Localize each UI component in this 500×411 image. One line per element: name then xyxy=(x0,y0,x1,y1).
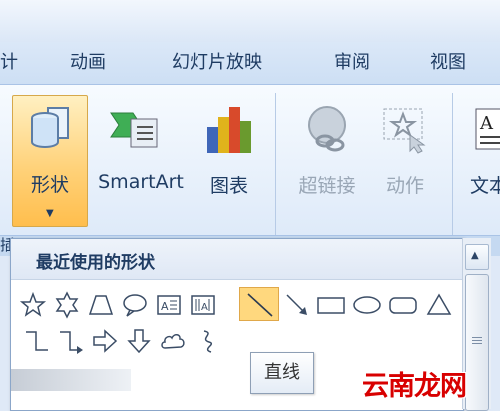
right-arrow-shape[interactable] xyxy=(91,327,119,355)
speech-bubble-shape[interactable] xyxy=(121,291,149,319)
globe-link-icon xyxy=(308,106,346,152)
star-click-icon xyxy=(383,108,426,154)
elbow-arrow-connector-shape[interactable] xyxy=(57,327,85,355)
star-6-shape[interactable] xyxy=(53,291,81,319)
group-separator xyxy=(275,93,276,243)
cloud-shape[interactable] xyxy=(159,327,187,355)
svg-text:A: A xyxy=(479,113,494,134)
hyperlink-label: 超链接 xyxy=(298,175,356,197)
svg-text:A: A xyxy=(201,302,208,313)
bar-chart-icon xyxy=(207,107,251,153)
group-separator xyxy=(452,93,453,243)
recent-shapes-title: 最近使用的形状 xyxy=(36,253,155,273)
ribbon-tabs: 计 动画 幻灯片放映 审阅 视图 xyxy=(0,42,500,85)
tooltip: 直线 xyxy=(250,352,314,394)
triangle-shape[interactable] xyxy=(425,291,453,319)
tab-review[interactable]: 审阅 xyxy=(334,50,370,76)
film-frame-shape[interactable]: A xyxy=(189,291,217,319)
ribbon-panel: 形状 ▼ SmartArt 图表 超链接 动作 A 文本 xyxy=(0,85,500,253)
scroll-up-button[interactable]: ▲ xyxy=(465,244,489,270)
tab-animations[interactable]: 动画 xyxy=(70,50,106,76)
chevron-up-icon: ▲ xyxy=(471,250,479,261)
textbox-label: 文本 xyxy=(470,175,500,197)
line-shape[interactable] xyxy=(239,287,279,321)
arrow-shape[interactable] xyxy=(283,291,311,319)
shapes-button[interactable]: 形状 ▼ xyxy=(12,95,88,227)
textbox-icon: A xyxy=(475,108,500,150)
down-arrow-shape[interactable] xyxy=(125,327,153,355)
blurred-region xyxy=(11,369,131,391)
svg-text:A: A xyxy=(161,300,169,313)
smartart-button[interactable]: SmartArt xyxy=(95,95,187,213)
chart-label: 图表 xyxy=(209,175,248,197)
picture-frame-shape[interactable]: A xyxy=(155,291,183,319)
textbox-button[interactable]: A 文本 xyxy=(466,95,500,213)
tab-slideshow[interactable]: 幻灯片放映 xyxy=(172,50,262,76)
watermark: 云南龙网 xyxy=(362,371,467,402)
action-label: 动作 xyxy=(385,175,424,197)
elbow-connector-shape[interactable] xyxy=(23,327,51,355)
grip-icon xyxy=(472,337,482,338)
dropdown-header: 最近使用的形状 xyxy=(11,239,463,280)
smartart-icon xyxy=(110,112,158,148)
shapes-icon xyxy=(31,107,69,148)
rounded-rectangle-shape[interactable] xyxy=(387,291,419,319)
rectangle-shape[interactable] xyxy=(315,291,347,319)
smartart-label: SmartArt xyxy=(98,171,184,193)
chevron-down-icon: ▼ xyxy=(46,208,54,219)
star-5-shape[interactable] xyxy=(19,291,47,319)
title-bar xyxy=(0,0,500,42)
oval-shape[interactable] xyxy=(351,291,383,319)
hyperlink-button[interactable]: 超链接 xyxy=(287,95,367,213)
trapezoid-shape[interactable] xyxy=(87,291,115,319)
curve-shape[interactable] xyxy=(195,327,223,355)
dropdown-scrollbar[interactable]: ▲ xyxy=(462,238,491,411)
shapes-label: 形状 xyxy=(30,174,69,196)
chart-button[interactable]: 图表 xyxy=(193,95,265,213)
action-button[interactable]: 动作 xyxy=(370,95,440,213)
tab-design-partial[interactable]: 计 xyxy=(0,50,18,76)
tab-view[interactable]: 视图 xyxy=(430,50,466,76)
scroll-thumb[interactable] xyxy=(465,274,489,411)
